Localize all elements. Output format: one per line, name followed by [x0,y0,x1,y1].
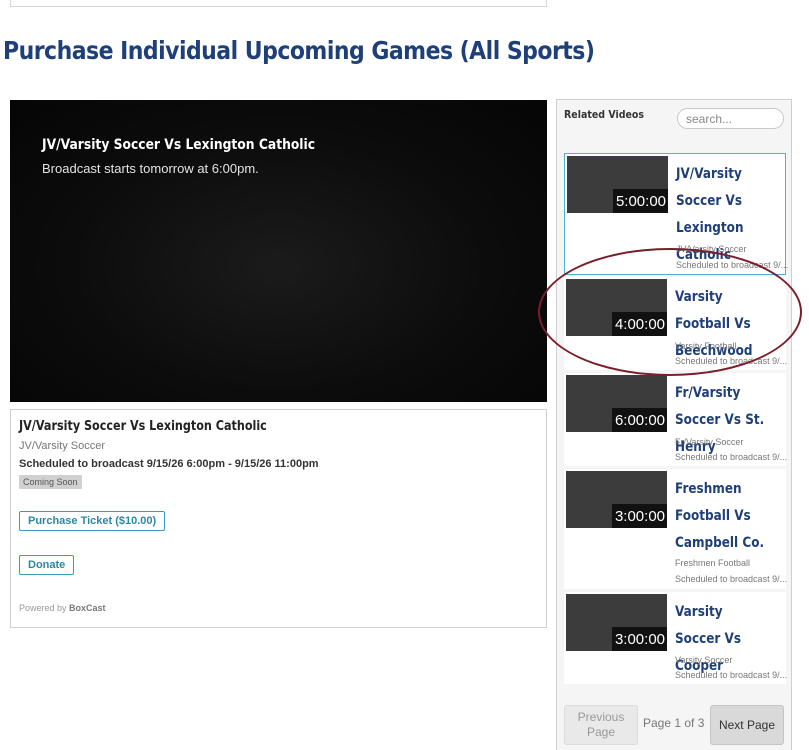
video-title-text: Freshmen Football Vs Campbell Co. [675,481,765,551]
video-category: JV/Varsity Soccer [676,244,747,254]
previous-section-panel [10,0,547,7]
video-duration: 6:00:00 [611,408,667,432]
powered-by: Powered by BoxCast [19,603,106,613]
video-duration: 5:00:00 [612,189,668,213]
related-video-item[interactable]: 3:00:00 Varsity Soccer Vs Cooper Varsity… [564,592,788,684]
video-category: Fr/Varsity Soccer [675,437,744,447]
broadcast-info-panel: JV/Varsity Soccer Vs Lexington Catholic … [10,409,547,628]
video-thumbnail[interactable]: 5:00:00 [567,156,668,213]
next-page-button[interactable]: Next Page [710,705,784,745]
video-category: Varsity Football [675,341,737,351]
video-title[interactable]: Freshmen Football Vs Campbell Co. [675,476,785,557]
video-duration: 3:00:00 [611,627,667,651]
video-schedule: Scheduled to broadcast 9/... [675,670,788,680]
pagination: Previous Page Page 1 of 3 Next Page [557,703,791,750]
video-title[interactable]: Fr/Varsity Soccer Vs St. Henry [675,380,785,461]
video-thumbnail[interactable]: 3:00:00 [566,594,667,651]
page-indicator: Page 1 of 3 [643,716,705,730]
video-schedule: Scheduled to broadcast 9/... [675,356,788,366]
video-player[interactable]: JV/Varsity Soccer Vs Lexington Catholic … [10,100,547,402]
related-videos-sidebar: Related Videos 5:00:00 JV/Varsity Soccer… [556,99,792,750]
page-title: Purchase Individual Upcoming Games (All … [3,36,595,65]
search-input[interactable] [677,108,784,129]
video-title[interactable]: Varsity Soccer Vs Cooper [675,599,785,680]
previous-page-button[interactable]: Previous Page [564,705,638,745]
video-duration: 4:00:00 [611,312,667,336]
video-title-text: Varsity Football Vs Beechwood [675,289,753,359]
related-video-item[interactable]: 6:00:00 Fr/Varsity Soccer Vs St. Henry F… [564,373,788,466]
video-schedule: Scheduled to broadcast 9/... [675,574,788,584]
broadcast-title: JV/Varsity Soccer Vs Lexington Catholic [19,419,267,434]
status-badge: Coming Soon [19,475,82,489]
video-title[interactable]: Varsity Football Vs Beechwood [675,284,785,365]
powered-by-prefix: Powered by [19,603,67,613]
broadcast-category: JV/Varsity Soccer [19,440,105,452]
player-title: JV/Varsity Soccer Vs Lexington Catholic [42,137,316,153]
video-thumbnail[interactable]: 3:00:00 [566,471,667,528]
video-title-text: Varsity Soccer Vs Cooper [675,604,742,674]
video-thumbnail[interactable]: 6:00:00 [566,375,667,432]
video-schedule: Scheduled to broadcast 9/... [675,452,788,462]
video-thumbnail[interactable]: 4:00:00 [566,279,667,336]
video-schedule: Scheduled to broadcast 9/... [676,260,789,270]
related-videos-heading: Related Videos [564,108,645,121]
related-video-item[interactable]: 3:00:00 Freshmen Football Vs Campbell Co… [564,469,788,589]
broadcast-schedule: Scheduled to broadcast 9/15/26 6:00pm - … [19,458,319,470]
purchase-ticket-button[interactable]: Purchase Ticket ($10.00) [19,511,166,531]
related-video-item[interactable]: 4:00:00 Varsity Football Vs Beechwood Va… [564,277,788,370]
boxcast-link[interactable]: BoxCast [69,603,106,613]
donate-button[interactable]: Donate [19,555,75,575]
video-duration: 3:00:00 [611,504,667,528]
video-category: Freshmen Football [675,558,751,568]
video-category: Varsity Soccer [675,655,733,665]
player-broadcast-notice: Broadcast starts tomorrow at 6:00pm. [42,161,259,176]
video-title-text: Fr/Varsity Soccer Vs St. Henry [675,385,765,455]
related-video-item[interactable]: 5:00:00 JV/Varsity Soccer Vs Lexington C… [564,153,789,275]
